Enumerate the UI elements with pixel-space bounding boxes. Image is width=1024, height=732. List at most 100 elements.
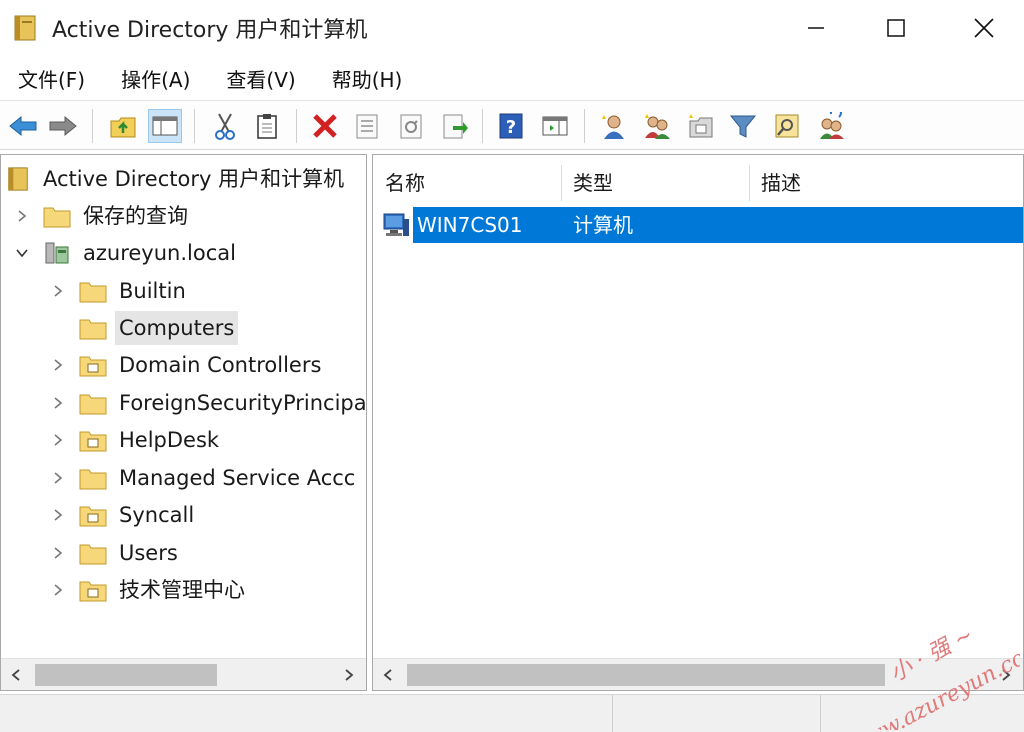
tree-item-domain-controllers[interactable]: Domain Controllers: [51, 347, 325, 383]
new-group-button[interactable]: [640, 109, 674, 143]
new-user-icon: [602, 115, 624, 139]
tree-item-users[interactable]: Users: [51, 535, 182, 571]
toolbar: ?: [0, 100, 1024, 150]
paste-button[interactable]: [250, 109, 284, 143]
export-list-button[interactable]: [438, 109, 472, 143]
add-to-group-button[interactable]: [814, 109, 848, 143]
tree-item-tech-management-center[interactable]: 技术管理中心: [51, 572, 249, 608]
scroll-right-button[interactable]: [334, 659, 364, 690]
tree-item-label: HelpDesk: [119, 428, 220, 452]
chevron-left-icon: [11, 669, 20, 681]
maximize-button[interactable]: [852, 0, 940, 56]
column-header-description[interactable]: 描述: [749, 163, 1023, 203]
tree-root[interactable]: Active Directory 用户和计算机: [7, 161, 348, 197]
ou-folder-icon: [79, 356, 107, 377]
details-horizontal-scrollbar[interactable]: [373, 658, 1023, 690]
scroll-left-button[interactable]: [1, 659, 31, 690]
minimize-button[interactable]: [772, 0, 860, 56]
chevron-down-icon[interactable]: [15, 246, 29, 260]
computer-icon: [383, 213, 409, 236]
details-pane: 名称 类型 描述 WIN7CS01 计算机: [372, 154, 1024, 691]
tree-item-computers[interactable]: Computers: [51, 310, 239, 346]
status-bar: [0, 694, 1024, 732]
ou-folder-icon: [79, 581, 107, 602]
delete-icon: [313, 114, 337, 138]
tree-item-builtin[interactable]: Builtin: [51, 273, 190, 309]
chevron-right-icon[interactable]: [51, 508, 65, 522]
new-user-button[interactable]: [596, 109, 630, 143]
find-icon: [775, 114, 799, 138]
properties-button[interactable]: [350, 109, 384, 143]
menu-file[interactable]: 文件(F): [0, 64, 103, 93]
chevron-right-icon[interactable]: [15, 209, 29, 223]
chevron-right-icon[interactable]: [51, 284, 65, 298]
tree-item-managed-service-accounts[interactable]: Managed Service Accc: [51, 460, 359, 496]
chevron-right-icon[interactable]: [51, 471, 65, 485]
list-item-type: 计算机: [573, 213, 633, 237]
tree-item-helpdesk[interactable]: HelpDesk: [51, 422, 223, 458]
tree-item-foreign-security-principals[interactable]: ForeignSecurityPrincipa: [51, 385, 366, 421]
chevron-right-icon[interactable]: [51, 396, 65, 410]
ou-folder-icon: [79, 506, 107, 527]
tree-item-label: Domain Controllers: [119, 353, 322, 377]
tree-item-syncall[interactable]: Syncall: [51, 497, 198, 533]
chevron-right-icon[interactable]: [51, 583, 65, 597]
tree-item-label: 技术管理中心: [119, 578, 245, 602]
tree-horizontal-scrollbar[interactable]: [1, 658, 366, 690]
folder-icon: [79, 544, 107, 565]
folder-icon: [79, 469, 107, 490]
tree-item-label: Builtin: [119, 279, 186, 303]
column-header-type[interactable]: 类型: [561, 163, 749, 203]
show-action-pane-icon: [542, 116, 568, 136]
folder-icon: [43, 207, 71, 228]
back-icon: [9, 115, 37, 137]
find-button[interactable]: [770, 109, 804, 143]
chevron-right-icon: [1002, 669, 1011, 681]
tree-item-saved-queries[interactable]: 保存的查询: [15, 198, 192, 234]
show-action-pane-button[interactable]: [538, 109, 572, 143]
paste-icon: [257, 114, 277, 139]
chevron-left-icon: [383, 669, 392, 681]
help-button[interactable]: ?: [494, 109, 528, 143]
chevron-right-icon[interactable]: [51, 433, 65, 447]
refresh-button[interactable]: [394, 109, 428, 143]
add-to-group-icon: [820, 112, 844, 139]
filter-icon: [729, 115, 757, 138]
list-item[interactable]: WIN7CS01 计算机: [381, 207, 1023, 243]
menu-help[interactable]: 帮助(H): [314, 64, 421, 93]
tree-item-domain[interactable]: azureyun.local: [15, 235, 240, 271]
filter-button[interactable]: [726, 109, 760, 143]
chevron-right-icon[interactable]: [51, 358, 65, 372]
cut-icon: [215, 113, 235, 140]
forward-button[interactable]: [46, 109, 80, 143]
close-button[interactable]: [940, 0, 1024, 56]
menu-view[interactable]: 查看(V): [208, 64, 313, 93]
menu-action[interactable]: 操作(A): [103, 64, 208, 93]
cut-button[interactable]: [208, 109, 242, 143]
new-ou-button[interactable]: [684, 109, 718, 143]
console-tree-pane: Active Directory 用户和计算机 保存的查询 azureyun.l…: [0, 154, 367, 691]
folder-icon: [79, 319, 107, 340]
domain-icon: [45, 242, 69, 264]
show-console-tree-button[interactable]: [148, 109, 182, 143]
tree-root-label: Active Directory 用户和计算机: [43, 167, 345, 191]
delete-button[interactable]: [308, 109, 342, 143]
folder-icon: [79, 282, 107, 303]
help-icon: ?: [499, 113, 523, 139]
scroll-thumb[interactable]: [407, 664, 885, 686]
folder-icon: [79, 394, 107, 415]
minimize-icon: [808, 27, 824, 29]
back-button[interactable]: [6, 109, 40, 143]
scroll-thumb[interactable]: [35, 664, 217, 686]
maximize-icon: [887, 19, 905, 37]
scroll-left-button[interactable]: [373, 659, 403, 690]
chevron-right-icon[interactable]: [51, 546, 65, 560]
window-title: Active Directory 用户和计算机: [52, 18, 368, 43]
tree-item-label: 保存的查询: [83, 204, 188, 228]
tree-item-label: Users: [119, 541, 178, 565]
up-folder-button[interactable]: [106, 109, 140, 143]
up-folder-icon: [110, 117, 136, 138]
column-headers: 名称 类型 描述: [373, 163, 1023, 203]
scroll-right-button[interactable]: [991, 659, 1021, 690]
column-header-name[interactable]: 名称: [373, 163, 561, 203]
